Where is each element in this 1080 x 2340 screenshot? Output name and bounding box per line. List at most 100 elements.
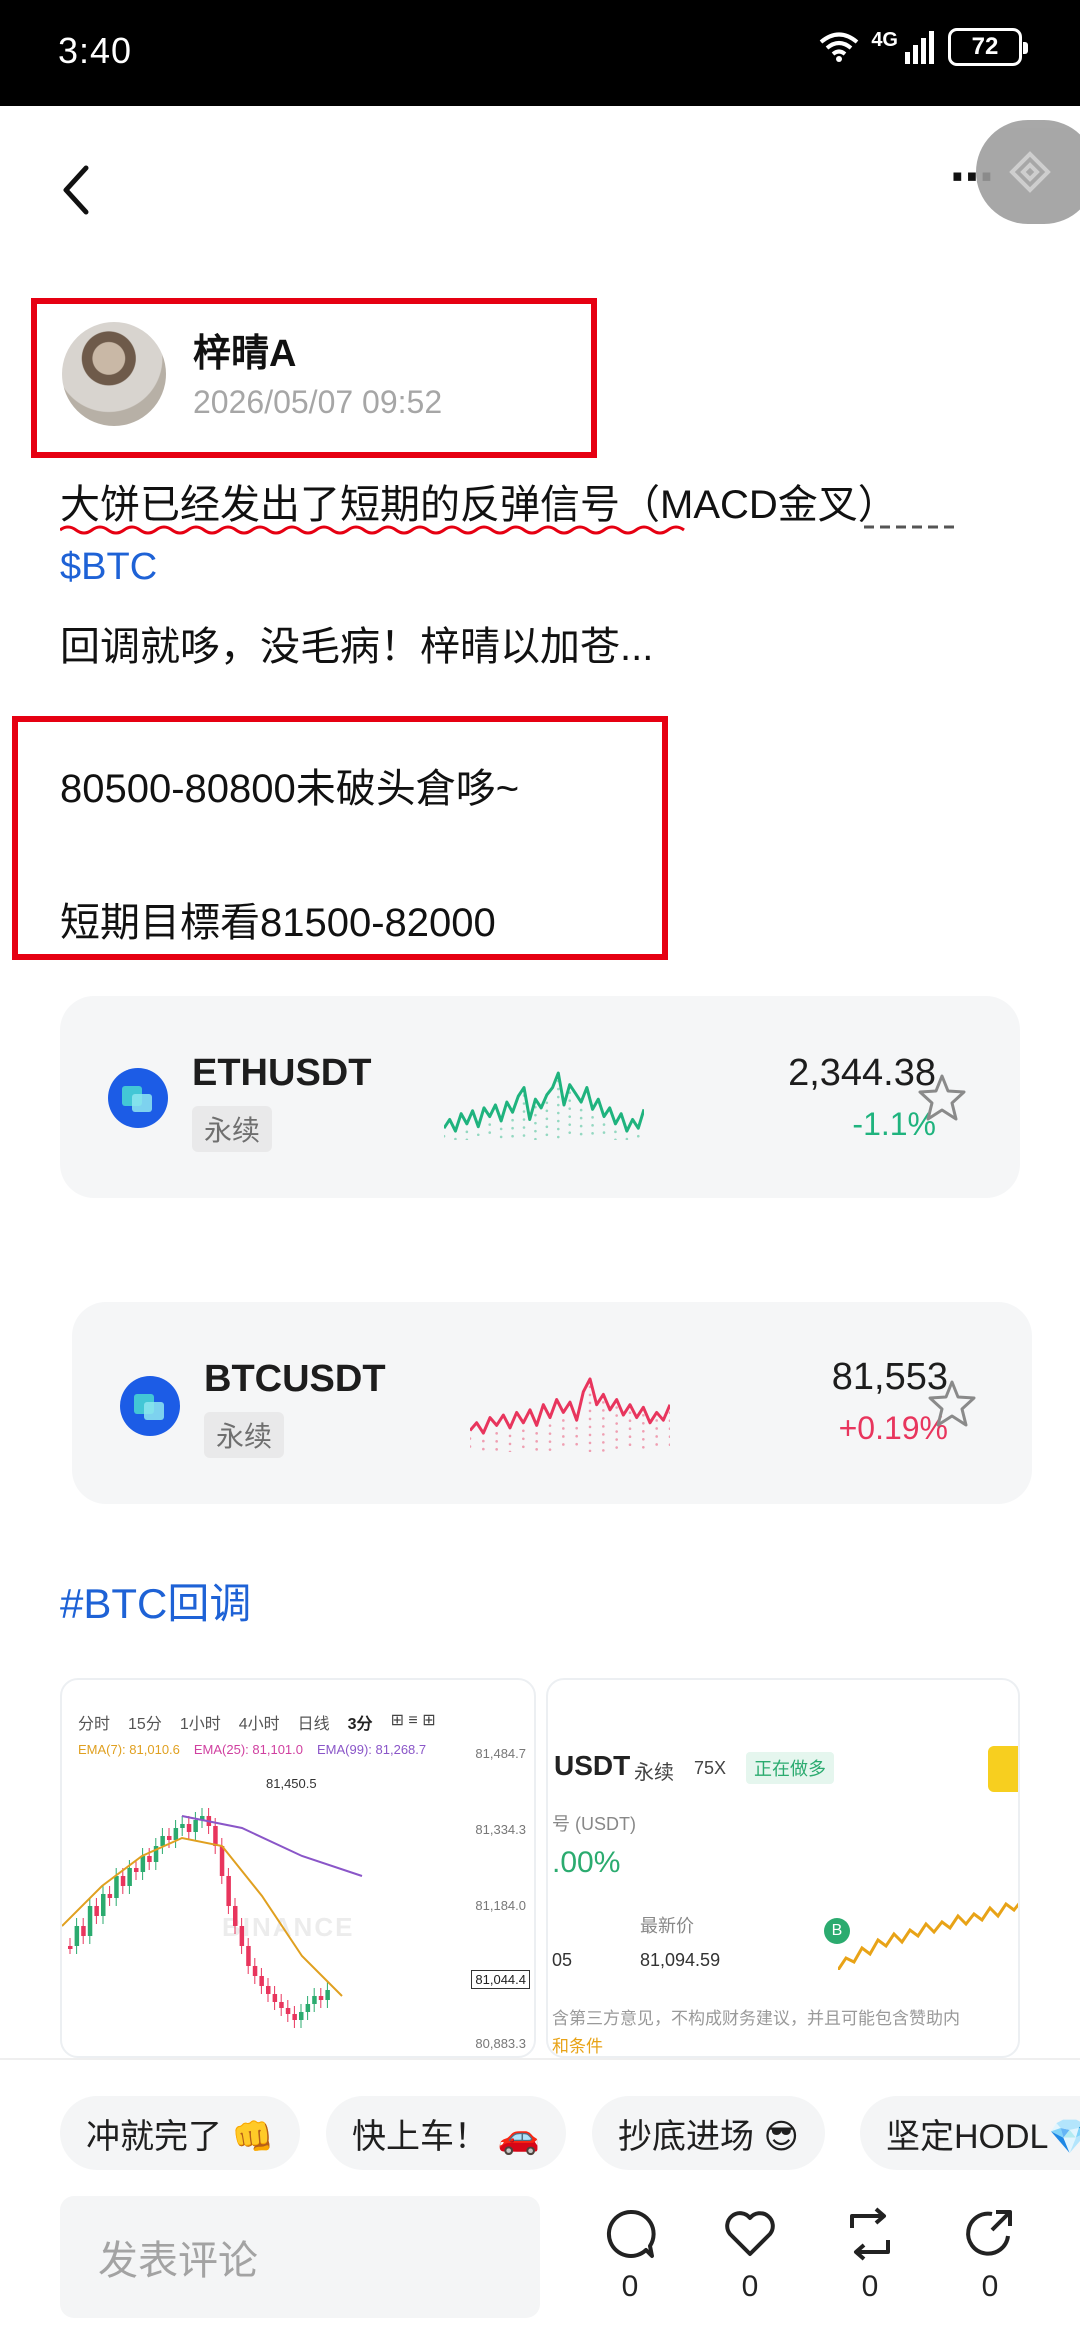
repost-button[interactable]: 0: [830, 2206, 910, 2304]
perpetual-tag: 永续: [192, 1106, 273, 1152]
star-icon[interactable]: [916, 1072, 968, 1124]
sparkline-dot: [602, 1425, 605, 1428]
market-card-btcusdt[interactable]: BTCUSDT 永续 81,553 +0.19%: [72, 1302, 1032, 1504]
hashtag-link[interactable]: #BTC回调: [60, 1570, 251, 1631]
candle-body: [299, 2012, 304, 2020]
last-price-label: 最新价: [640, 1916, 694, 1936]
pnl-label: 号 (USDT): [552, 1814, 636, 1834]
candle-body: [120, 1876, 126, 1886]
candle-body: [312, 1996, 317, 2004]
sparkline-dot: [591, 1132, 594, 1135]
chart-tool-icons: ⊞ ≡ ⊞: [390, 1712, 436, 1729]
star-icon[interactable]: [926, 1378, 978, 1430]
binance-logo-icon: [1009, 151, 1051, 193]
sparkline-dot: [588, 1441, 592, 1445]
tab-label: 分时: [78, 1716, 111, 1733]
like-button[interactable]: 0: [710, 2206, 790, 2304]
sparkline-dot: [465, 1138, 469, 1140]
post-text-line-3: 80500-80800未破头倉哆~: [60, 767, 520, 811]
post-text-line-2: 回调就哆，没毛病！梓晴以加苍...: [60, 625, 654, 669]
ema-25: EMA(25): 81,101.0: [193, 1742, 304, 1757]
sparkline-dot: [548, 1448, 552, 1451]
price-axis: 81,334.3: [475, 1822, 526, 1837]
share-icon: [966, 2210, 1012, 2256]
candle-body: [140, 1856, 146, 1872]
quick-reply-chip[interactable]: 快上车！ 🚗: [326, 2096, 566, 2170]
avatar[interactable]: [62, 322, 166, 426]
candle-body: [167, 1836, 172, 1840]
sparkline-dot: [556, 1095, 560, 1099]
candle-body: [305, 2004, 311, 2012]
candle-body: [101, 1894, 106, 1916]
post-timestamp: 2026/05/07 09:52: [193, 384, 443, 420]
post-detail-screen: 3:40 4G 72 ⋯ 梓晴A 2026/05/07 09:52 大饼已经发出…: [0, 0, 1080, 2340]
sparkline-dot: [508, 1450, 512, 1452]
pair-name: BTCUSDT: [204, 1358, 386, 1400]
sparkline-dot: [615, 1446, 618, 1449]
sparkline-dot: [470, 1437, 472, 1440]
sparkline-dot: [545, 1117, 549, 1121]
sparkline-dot: [614, 1130, 617, 1134]
sparkline-dot: [575, 1434, 578, 1438]
sparkline-dot: [499, 1135, 503, 1139]
author-name[interactable]: 梓晴A: [193, 322, 296, 377]
terms-link: 和条件: [552, 2037, 603, 2056]
sparkline-dot: [562, 1419, 565, 1422]
back-arrow-icon[interactable]: [52, 158, 102, 222]
network-label: 4G: [871, 28, 898, 51]
quick-reply-chip[interactable]: 冲就完了 👊: [60, 2096, 300, 2170]
last-price-value: 81,094.59: [640, 1950, 721, 1970]
sparkline-dot: [636, 1134, 640, 1138]
sparkline-dot: [628, 1435, 632, 1439]
sparkline-dot: [522, 1118, 526, 1121]
sparkline-dot: [470, 1445, 472, 1448]
sparkline-dot: [508, 1434, 512, 1438]
sparkline-chart: [444, 1071, 644, 1140]
sparkline-dot: [642, 1429, 645, 1433]
post-image-candlestick[interactable]: 分时 15分 1小时 4小时 日线 3分 ⊞ ≡ ⊞ EMA(7): 81,01…: [60, 1678, 536, 2058]
candle-body: [87, 1906, 93, 1936]
sparkline-dot: [482, 1447, 485, 1451]
sparkline-dot: [668, 1419, 670, 1423]
yellow-button: [988, 1746, 1018, 1792]
quick-reply-chip[interactable]: 抄底进场 😎: [592, 2096, 825, 2170]
sparkline-dot: [454, 1137, 457, 1140]
last-price: 81,553: [831, 1356, 948, 1398]
sparkline-dot: [588, 1433, 592, 1437]
pnl-percent: .00%: [552, 1846, 621, 1879]
sparkline-dot: [655, 1427, 658, 1430]
sparkline-dot: [579, 1132, 583, 1136]
candle-body: [285, 2008, 291, 2014]
sparkline-dot: [568, 1099, 572, 1102]
candle-body: [114, 1876, 119, 1898]
comment-button[interactable]: 0: [590, 2206, 670, 2304]
price-axis-bottom: 80,883.3: [475, 2036, 526, 2051]
comment-input[interactable]: 发表评论: [60, 2196, 540, 2318]
sparkline-dot: [668, 1411, 670, 1415]
heart-icon: [725, 2211, 775, 2256]
candlestick-chart: [62, 1808, 363, 2028]
candle-body: [74, 1926, 80, 1946]
sparkline-dot: [628, 1443, 632, 1447]
sparkline-dot: [482, 1439, 485, 1443]
quick-reply-chip[interactable]: 坚定HODL💎: [860, 2096, 1080, 2170]
battery-indicator: 72: [948, 28, 1028, 66]
sparkline-dot: [642, 1445, 645, 1449]
post-text-line-1: 大饼已经发出了短期的反弹信号（MACD金叉）: [60, 483, 898, 527]
candle-body: [81, 1926, 86, 1936]
post-image-position[interactable]: USDT 永续 75X 正在做多 号 (USDT) .00% 最新价 05 81…: [546, 1678, 1020, 2058]
share-button[interactable]: 0: [950, 2206, 1030, 2304]
left-value: 05: [552, 1950, 573, 1970]
ticker-link-btc[interactable]: $BTC: [60, 546, 157, 589]
candle-body: [318, 1996, 324, 2000]
floating-widget[interactable]: [976, 120, 1080, 224]
sparkline-dot: [535, 1432, 538, 1435]
sparkline-dot: [602, 1433, 605, 1436]
market-card-ethusdt[interactable]: ETHUSDT 永续 2,344.38 -1.1%: [60, 996, 1020, 1198]
sparkline-dot: [508, 1442, 512, 1446]
sparkline-dot: [534, 1121, 537, 1125]
position-pair: USDT: [554, 1750, 631, 1781]
sparkline-dot: [602, 1123, 606, 1126]
sparkline-dot: [548, 1432, 552, 1435]
status-bar: 3:40 4G 72: [0, 0, 1080, 106]
